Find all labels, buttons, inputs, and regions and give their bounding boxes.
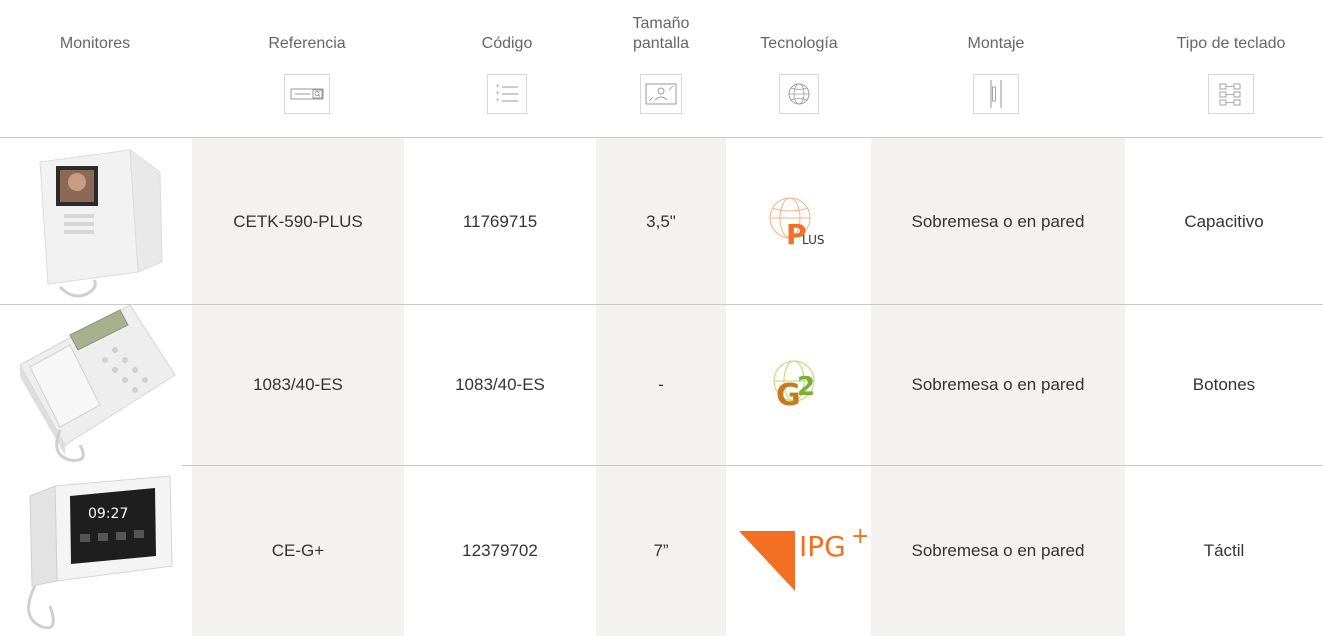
header-montaje: Montaje <box>921 0 1071 138</box>
svg-text:IPG: IPG <box>799 530 846 563</box>
header-teclado: Tipo de teclado <box>1156 0 1306 138</box>
mounting-icon <box>973 74 1019 114</box>
table-row: 1083/40-ES 1083/40-ES - G 2 Sobremesa o … <box>0 305 1323 466</box>
g2-logo-icon: G 2 <box>773 360 815 413</box>
screen-size-icon <box>640 74 682 114</box>
cell-tecnologia: P LUS <box>726 138 871 305</box>
cell-tamano: - <box>658 375 664 394</box>
cell-tecnologia: G 2 <box>726 305 871 465</box>
header-label-montaje: Montaje <box>967 35 1025 52</box>
reference-search-icon <box>284 74 330 114</box>
header-tamano: Tamaño pantalla <box>586 0 736 138</box>
cell-teclado: Táctil <box>1203 541 1245 560</box>
svg-text:LUS: LUS <box>802 233 825 247</box>
cell-montaje: Sobremesa o en pared <box>911 211 1085 231</box>
technology-globe-icon <box>779 74 819 114</box>
product-image-touch-monitor: 09:27 <box>10 466 180 636</box>
header-label-teclado: Tipo de teclado <box>1176 35 1286 52</box>
header-tecnologia: Tecnología <box>724 0 874 138</box>
header-label-referencia: Referencia <box>268 35 346 52</box>
svg-text:2: 2 <box>797 372 815 402</box>
svg-text:09:27: 09:27 <box>88 506 128 522</box>
cell-referencia: CETK-590-PLUS <box>233 211 363 231</box>
keyboard-type-icon <box>1208 74 1254 114</box>
cell-montaje: Sobremesa o en pared <box>911 541 1085 560</box>
cell-tamano: 7” <box>653 541 669 560</box>
plus-logo-icon: P LUS <box>769 197 825 251</box>
cell-teclado: Capacitivo <box>1184 211 1264 231</box>
svg-text:*: * <box>496 97 500 105</box>
cell-codigo: 1083/40-ES <box>455 375 545 394</box>
cell-codigo: 11769715 <box>462 211 538 231</box>
header-label-tamano: Tamaño pantalla <box>632 15 690 52</box>
cell-referencia: 1083/40-ES <box>253 375 343 394</box>
header-codigo: Código * * * <box>432 0 582 138</box>
header-monitores: Monitores <box>20 0 170 138</box>
cell-montaje: Sobremesa o en pared <box>911 375 1085 394</box>
header-label-tecnologia: Tecnología <box>760 35 838 52</box>
cell-tamano: 3,5" <box>646 211 676 231</box>
header-label-codigo: Código <box>481 35 533 52</box>
table-header: Monitores Referencia Código * * * Tamaño… <box>0 0 1323 138</box>
header-referencia: Referencia <box>232 0 382 138</box>
header-label-monitores: Monitores <box>59 35 131 52</box>
cell-tecnologia: IPG + <box>726 466 871 636</box>
svg-text:+: + <box>851 524 869 549</box>
cell-codigo: 12379702 <box>462 541 538 560</box>
cell-referencia: CE-G+ <box>271 541 325 560</box>
cell-teclado: Botones <box>1192 375 1256 394</box>
product-image-monitor-cetk <box>20 138 170 305</box>
list-icon: * * * <box>487 74 527 114</box>
table-row: 09:27 CE-G+ 12379702 7” IPG + Sobremesa … <box>0 466 1323 636</box>
table-row: CETK-590-PLUS 11769715 3,5" P LUS Sobrem… <box>0 138 1323 305</box>
product-image-desk-phone <box>10 305 180 465</box>
ipg-plus-logo-icon: IPG + <box>738 524 869 591</box>
